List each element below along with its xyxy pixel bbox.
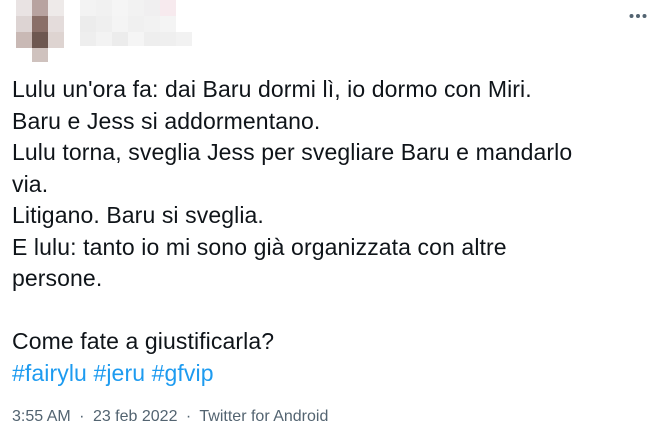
tweet-text: Lulu un'ora fa: dai Baru dormi lì, io do… bbox=[12, 74, 652, 389]
hashtag-row: #fairylu #jeru #gfvip bbox=[12, 358, 652, 390]
tweet-meta: 3:55 AM · 23 feb 2022 · Twitter for Andr… bbox=[12, 408, 328, 426]
author-name-blurred[interactable] bbox=[80, 0, 192, 46]
tweet-line: Litigano. Baru si sveglia. bbox=[12, 202, 264, 228]
avatar[interactable] bbox=[16, 0, 64, 62]
tweet-line: E lulu: tanto io mi sono già organizzata… bbox=[12, 233, 507, 260]
hashtag-link[interactable]: #jeru bbox=[93, 360, 145, 386]
tweet-source-link[interactable]: Twitter for Android bbox=[199, 408, 328, 425]
hashtag-link[interactable]: #gfvip bbox=[152, 360, 214, 386]
more-options-button[interactable] bbox=[624, 4, 652, 28]
tweet-line: persone. bbox=[12, 265, 103, 291]
tweet-line: Lulu un'ora fa: dai Baru dormi lì, io do… bbox=[12, 76, 532, 102]
more-dots-icon bbox=[629, 13, 647, 19]
tweet-time-link[interactable]: 3:55 AM bbox=[12, 408, 71, 425]
meta-separator: · bbox=[79, 408, 85, 425]
tweet-date-link[interactable]: 23 feb 2022 bbox=[93, 408, 178, 425]
tweet-line: Baru e Jess si addormentano. bbox=[12, 107, 321, 134]
tweet-line: Come fate a giustificarla? bbox=[12, 328, 275, 354]
tweet-line: Lulu torna, sveglia Jess per svegliare B… bbox=[12, 139, 573, 165]
hashtag-link[interactable]: #fairylu bbox=[12, 360, 87, 386]
meta-separator: · bbox=[185, 408, 192, 425]
tweet-line: via. bbox=[12, 170, 49, 197]
